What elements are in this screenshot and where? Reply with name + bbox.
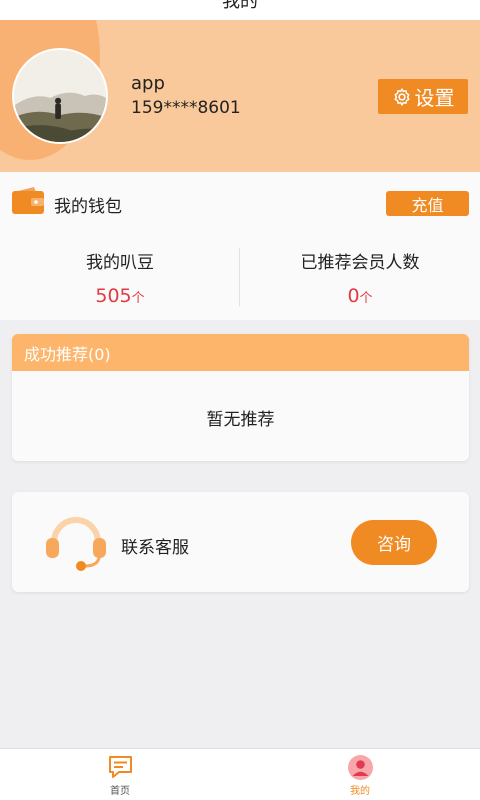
message-icon [109, 756, 132, 778]
headset-icon [46, 517, 106, 571]
user-phone: 159****8601 [131, 98, 241, 118]
stat-unit: 个 [359, 291, 373, 306]
tab-home[interactable]: 首页 [0, 749, 240, 800]
page-title: 我的 [222, 0, 258, 12]
wallet-section: 我的钱包 充值 我的叭豆 505个 已推荐会员人数 0个 [0, 172, 480, 320]
tab-mine-label: 我的 [350, 786, 370, 797]
gear-icon [394, 87, 409, 106]
stat-number: 505 [95, 285, 132, 307]
settings-label: 设置 [414, 86, 455, 110]
stat-value: 505个 [0, 285, 240, 307]
stat-label: 已推荐会员人数 [300, 253, 420, 273]
wallet-icon [12, 187, 44, 214]
recommend-empty-text: 暂无推荐 [206, 410, 275, 430]
tab-home-label: 首页 [110, 786, 130, 797]
stat-label: 我的叭豆 [86, 253, 154, 273]
top-bar: 我的 [0, 0, 480, 20]
user-icon [348, 755, 373, 780]
wallet-title: 我的钱包 [54, 197, 122, 217]
recommend-card: 成功推荐(0) 暂无推荐 [12, 334, 469, 461]
avatar[interactable] [12, 48, 108, 144]
settings-button[interactable]: 设置 [378, 79, 468, 114]
user-name: app [131, 73, 165, 94]
bottom-tab-bar: 首页 我的 [0, 748, 480, 800]
recharge-button[interactable]: 充值 [386, 191, 469, 216]
consult-button[interactable]: 咨询 [351, 520, 437, 565]
stat-number: 0 [347, 285, 360, 307]
recommend-header[interactable]: 成功推荐(0) [12, 334, 469, 371]
stat-referrals[interactable]: 已推荐会员人数 0个 [240, 248, 480, 307]
avatar-image [14, 50, 106, 142]
stat-beans[interactable]: 我的叭豆 505个 [0, 248, 240, 307]
customer-service-card: 联系客服 咨询 [12, 492, 469, 592]
stat-unit: 个 [131, 291, 145, 306]
stat-value: 0个 [240, 285, 480, 307]
profile-header: app 159****8601 设置 [0, 20, 480, 172]
tab-mine[interactable]: 我的 [240, 749, 480, 800]
customer-service-label: 联系客服 [121, 538, 189, 558]
